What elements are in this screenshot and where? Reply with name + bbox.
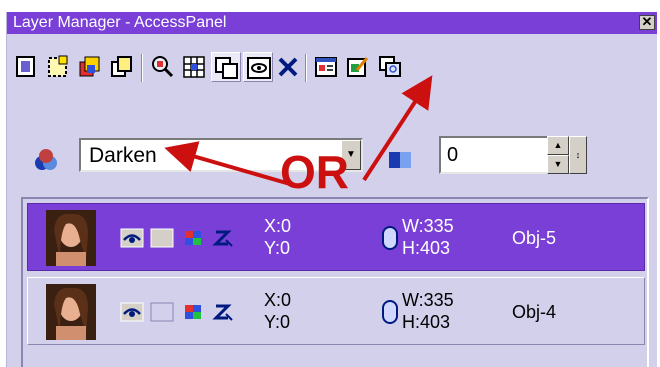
layer-list: X:0 Y:0 W:335 H:403 Obj-5 X:0 Y:0 W:335 … (21, 197, 649, 367)
zoom-find-icon (152, 56, 174, 78)
z-order-icon[interactable] (212, 302, 234, 322)
new-layer-icon (16, 56, 35, 77)
view-frame-icon (247, 57, 271, 79)
edit-button[interactable] (343, 52, 373, 82)
visibility-eye-icon[interactable] (120, 228, 144, 248)
layer-x-coord: X:0 (264, 216, 292, 236)
multi-window-icon (379, 56, 401, 77)
lock-toggle-icon[interactable] (150, 228, 174, 248)
opacity-spinner: ▲ ▼ (547, 136, 569, 174)
link-toggle-icon[interactable] (382, 300, 398, 324)
close-button[interactable]: ✕ (639, 15, 655, 30)
visibility-eye-icon[interactable] (120, 302, 144, 322)
layer-stack-color-icon (79, 56, 100, 77)
new-layer-dashed-button[interactable] (43, 52, 73, 82)
grid-select-icon (183, 56, 205, 78)
layer-copy-button[interactable] (107, 52, 137, 82)
delete-x-icon (278, 57, 298, 77)
layer-name: Obj-5 (512, 228, 557, 248)
properties-button[interactable] (311, 52, 341, 82)
spin-extra-button[interactable]: ↕ (569, 136, 587, 174)
opacity-icon (389, 152, 411, 168)
layer-x-coord: X:0 (264, 290, 292, 310)
window-title: Layer Manager - AccessPanel (13, 14, 227, 31)
new-layer-dashed-icon (48, 55, 68, 77)
layer-width: W:335 (402, 290, 454, 310)
layer-height: H:403 (402, 238, 451, 258)
opacity-value: 0 (447, 144, 459, 166)
layer-copy-icon (111, 56, 132, 77)
blend-mode-value: Darken (89, 144, 157, 167)
or-annotation-label: OR (280, 146, 349, 198)
blend-mode-icon (35, 149, 57, 170)
layer-thumbnail (46, 210, 96, 266)
z-order-icon[interactable] (212, 228, 234, 248)
color-swatch-icon[interactable] (182, 302, 204, 322)
spin-down-button[interactable]: ▼ (547, 155, 569, 174)
new-layer-button[interactable] (11, 52, 41, 82)
overlap-button[interactable] (211, 52, 241, 82)
toolbar (7, 52, 657, 86)
properties-icon (315, 57, 337, 77)
overlap-icon (215, 57, 238, 79)
title-bar: Layer Manager - AccessPanel ✕ (7, 12, 657, 34)
layer-height: H:403 (402, 312, 451, 332)
toolbar-separator (141, 54, 143, 82)
layer-y-coord: Y:0 (264, 238, 291, 258)
opacity-input[interactable]: 0 (439, 136, 549, 174)
layer-stack-color-button[interactable] (75, 52, 105, 82)
layer-name: Obj-4 (512, 302, 557, 322)
layer-row[interactable]: X:0 Y:0 W:335 H:403 Obj-5 (27, 203, 645, 271)
edit-icon (347, 57, 369, 77)
layer-row[interactable]: X:0 Y:0 W:335 H:403 Obj-4 (27, 277, 645, 345)
grid-select-button[interactable] (179, 52, 209, 82)
toolbar-separator (305, 54, 307, 82)
delete-button[interactable] (273, 52, 303, 82)
layer-y-coord: Y:0 (264, 312, 291, 332)
layer-thumbnail (46, 284, 96, 340)
view-frame-button[interactable] (243, 52, 273, 82)
layer-width: W:335 (402, 216, 454, 236)
zoom-find-button[interactable] (147, 52, 177, 82)
multi-window-button[interactable] (375, 52, 405, 82)
lock-toggle-icon[interactable] (150, 302, 174, 322)
color-swatch-icon[interactable] (182, 228, 204, 248)
link-toggle-icon[interactable] (382, 226, 398, 250)
spin-up-button[interactable]: ▲ (547, 136, 569, 155)
